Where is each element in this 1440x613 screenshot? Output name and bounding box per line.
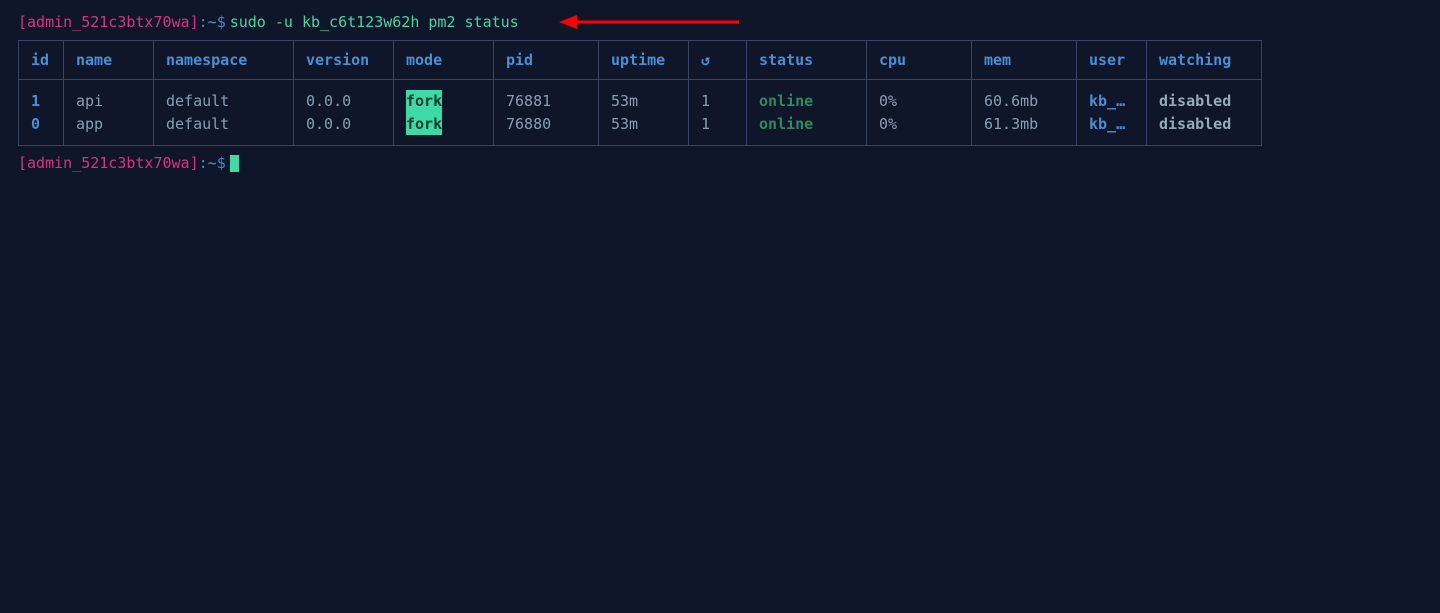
header-version: version <box>294 41 394 80</box>
cell-watching: disabled <box>1159 113 1249 136</box>
cell-id: 0 <box>31 113 51 136</box>
prompt-path: ~ <box>208 13 217 31</box>
prompt-open-bracket: [ <box>18 154 27 172</box>
cell-mem: 60.6mb <box>984 90 1064 113</box>
cell-uptime: 53m <box>611 90 676 113</box>
cell-cpu: 0% <box>879 113 959 136</box>
prompt-close-bracket: ] <box>190 154 199 172</box>
cell-namespace: default <box>166 113 281 136</box>
command-prompt-line: [admin_521c3btx70wa]:~$ sudo -u kb_c6t12… <box>18 12 1422 32</box>
cell-pid: 76881 <box>506 90 586 113</box>
header-status: status <box>747 41 867 80</box>
cell-namespace: default <box>166 90 281 113</box>
prompt-username: admin_521c3btx70wa <box>27 13 190 31</box>
prompt-path: ~ <box>208 154 217 172</box>
cell-user: kb_… <box>1089 113 1134 136</box>
cell-watching: disabled <box>1159 90 1249 113</box>
header-namespace: namespace <box>154 41 294 80</box>
header-name: name <box>64 41 154 80</box>
cell-id: 1 <box>31 90 51 113</box>
prompt-close-bracket: ] <box>190 13 199 31</box>
header-pid: pid <box>494 41 599 80</box>
cell-uptime: 53m <box>611 113 676 136</box>
cell-status: online <box>759 90 854 113</box>
cell-status: online <box>759 113 854 136</box>
prompt-colon: : <box>199 13 208 31</box>
header-mem: mem <box>972 41 1077 80</box>
cell-name: api <box>76 90 141 113</box>
cell-restart: 1 <box>701 90 734 113</box>
cell-version: 0.0.0 <box>306 90 381 113</box>
header-id: id <box>19 41 64 80</box>
cell-version: 0.0.0 <box>306 113 381 136</box>
cell-mode: fork <box>406 90 442 113</box>
pm2-status-table: id name namespace version mode pid uptim… <box>18 40 1262 146</box>
prompt-colon: : <box>199 154 208 172</box>
cell-mem: 61.3mb <box>984 113 1064 136</box>
arrow-icon <box>559 12 739 32</box>
header-uptime: uptime <box>599 41 689 80</box>
annotation-arrow <box>559 12 739 32</box>
prompt-username: admin_521c3btx70wa <box>27 154 190 172</box>
header-mode: mode <box>394 41 494 80</box>
prompt-symbol: $ <box>217 13 226 31</box>
cell-pid: 76880 <box>506 113 586 136</box>
cell-user: kb_… <box>1089 90 1134 113</box>
cell-name: app <box>76 113 141 136</box>
header-user: user <box>1077 41 1147 80</box>
active-prompt-line[interactable]: [admin_521c3btx70wa]:~$ <box>18 154 1422 172</box>
header-cpu: cpu <box>867 41 972 80</box>
cell-cpu: 0% <box>879 90 959 113</box>
entered-command: sudo -u kb_c6t123w62h pm2 status <box>230 13 519 31</box>
prompt-symbol: $ <box>217 154 226 172</box>
table-header-row: id name namespace version mode pid uptim… <box>19 41 1262 80</box>
prompt-open-bracket: [ <box>18 13 27 31</box>
header-watching: watching <box>1147 41 1262 80</box>
header-restart: ↺ <box>689 41 747 80</box>
cell-mode: fork <box>406 113 442 136</box>
terminal-cursor <box>230 155 239 172</box>
table-data-row: 1 0 api app default default 0.0.0 0.0.0 … <box>19 80 1262 146</box>
cell-restart: 1 <box>701 113 734 136</box>
